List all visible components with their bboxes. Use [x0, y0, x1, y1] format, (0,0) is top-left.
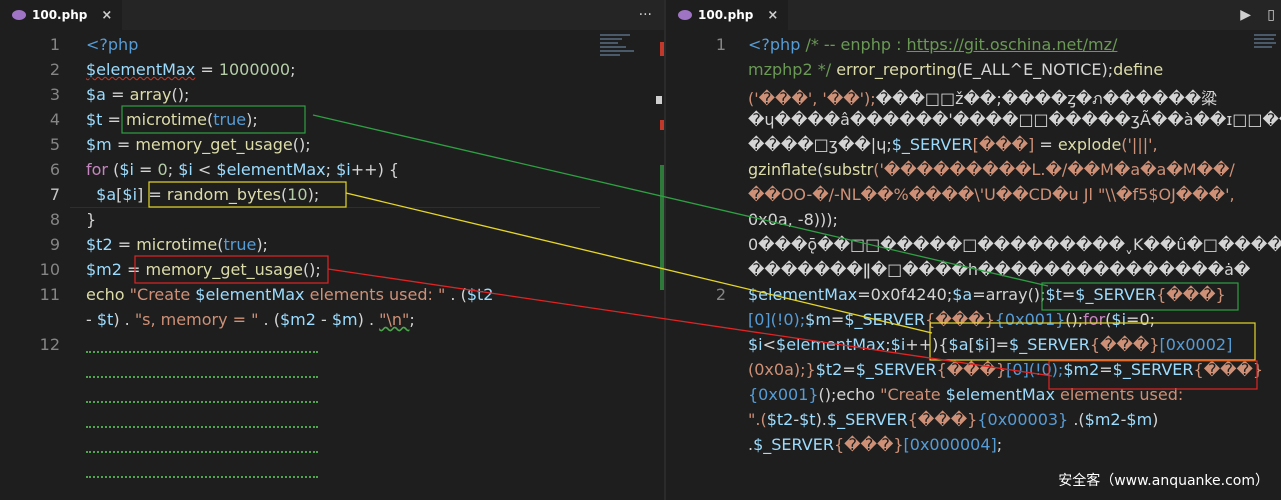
run-icon[interactable]: ▶: [1240, 0, 1251, 30]
code-line: $m2 = memory_get_usage();: [86, 260, 321, 279]
code-line: $t = microtime(true);: [86, 110, 258, 129]
code-line: <?php: [86, 35, 139, 54]
line-number: 1: [49, 35, 60, 54]
code-line: ".($t2-$t).$_SERVER{���}{0x00003} .($m2-…: [748, 410, 1159, 429]
code-line: .$_SERVER{���}[0x000004];: [748, 435, 1003, 454]
line-number: 11: [39, 285, 60, 304]
current-line-highlight: [70, 207, 600, 208]
line-number: 8: [49, 210, 60, 229]
line-number: 12: [39, 335, 60, 354]
code-line: ����□ʒ��|ɥ;$_SERVER[���] = explode('|||'…: [748, 135, 1158, 154]
line-number: 3: [49, 85, 60, 104]
code-line: $t2 = microtime(true);: [86, 235, 268, 254]
code-line: $a = array();: [86, 85, 190, 104]
scroll-marker: [656, 96, 662, 104]
php-file-icon: [12, 10, 26, 20]
code-line: gzinflate(substr('���������L.�/��M�a�a�M…: [748, 160, 1235, 179]
code-line: 0���ǭ��□□�����□���������ˬK��û�□������: [748, 235, 1281, 254]
line-number: 2: [715, 285, 726, 304]
code-line: ��OO-�/-NL��%����\'U��CD�u Jl "\\�f5$OJ�…: [748, 185, 1235, 204]
lint-squiggle: [86, 470, 318, 478]
line-number: 6: [49, 160, 60, 179]
left-code-editor[interactable]: 1 2 3 4 5 6 7 8 9 10 11 12 <?php $elementMax = 100000…: [0, 30, 664, 500]
lint-squiggle: [86, 345, 318, 353]
split-editor-icon[interactable]: ▯: [1267, 0, 1275, 30]
code-line: {0x001}();echo "Create $elementMax eleme…: [748, 385, 1184, 404]
line-number: 10: [39, 260, 60, 279]
code-line: $elementMax=0x0f4240;$a=array();$t=$_SER…: [748, 285, 1226, 304]
line-number: 7: [49, 185, 60, 204]
more-actions-icon[interactable]: ···: [639, 0, 652, 30]
close-tab-icon[interactable]: ×: [101, 8, 112, 23]
line-number: 9: [49, 235, 60, 254]
watermark: 安全客（www.anquanke.com）: [1058, 473, 1269, 489]
code-line: $elementMax = 1000000;: [86, 60, 296, 79]
lint-squiggle: [86, 395, 318, 403]
tab-100-php-left[interactable]: 100.php ×: [0, 0, 123, 30]
code-line: [0](!0);$m=$_SERVER{���}{0x001}();for($i…: [748, 310, 1156, 329]
php-file-icon: [678, 10, 692, 20]
code-line: $a[$i] = random_bytes(10);: [96, 185, 320, 204]
line-number: 4: [49, 110, 60, 129]
close-tab-icon[interactable]: ×: [767, 8, 778, 23]
code-line: for ($i = 0; $i < $elementMax; $i++) {: [86, 160, 400, 179]
code-line: �ɥ����â������'����□□�����ʒÃ��à��ɪ□□��: [748, 110, 1281, 129]
left-tab-bar: 100.php × ···: [0, 0, 664, 30]
right-code-editor[interactable]: 1 2 <?php /* -- enphp : https://git.oschin…: [666, 30, 1281, 500]
code-line: mzphp2 */ error_reporting(E_ALL^E_NOTICE…: [748, 60, 1164, 79]
code-line: (0x0a);}$t2=$_SERVER{���}[0](!0);$m2=$_S…: [748, 360, 1264, 379]
lint-squiggle: [86, 445, 318, 453]
line-number: 5: [49, 135, 60, 154]
lint-squiggle: [86, 370, 318, 378]
code-line: ('���', '��');���□□ž��;����ȥ�ภ������粱: [748, 89, 1218, 108]
code-line: �������ǁ�□����h���������������ȧ�: [748, 260, 1251, 279]
right-minimap[interactable]: [1254, 34, 1278, 74]
lint-squiggle: [86, 420, 318, 428]
line-number: 2: [49, 60, 60, 79]
code-line: 0x0a, -8)));: [748, 210, 838, 229]
code-line: <?php /* -- enphp : https://git.oschina.…: [748, 35, 1118, 54]
tab-100-php-right[interactable]: 100.php ×: [666, 0, 789, 30]
code-line: echo "Create $elementMax elements used: …: [86, 285, 494, 304]
right-editor-pane: 100.php × ▶ ▯ 1 2 <?php /* -- enphp : http…: [666, 0, 1281, 500]
code-line: - $t) . "s, memory = " . ($m2 - $m) . "\…: [86, 310, 415, 329]
tab-label: 100.php: [32, 8, 88, 22]
tab-label: 100.php: [698, 8, 754, 22]
left-minimap[interactable]: [600, 34, 650, 74]
right-tab-bar: 100.php × ▶ ▯: [666, 0, 1281, 30]
code-line: $m = memory_get_usage();: [86, 135, 311, 154]
code-line: $i<$elementMax;$i++){$a[$i]=$_SERVER{���…: [748, 335, 1233, 354]
left-editor-pane: 100.php × ··· 1 2 3 4 5 6 7 8 9 10 11 12 <?php $eleme…: [0, 0, 664, 500]
line-number: 1: [715, 35, 726, 54]
code-line: }: [86, 210, 97, 229]
